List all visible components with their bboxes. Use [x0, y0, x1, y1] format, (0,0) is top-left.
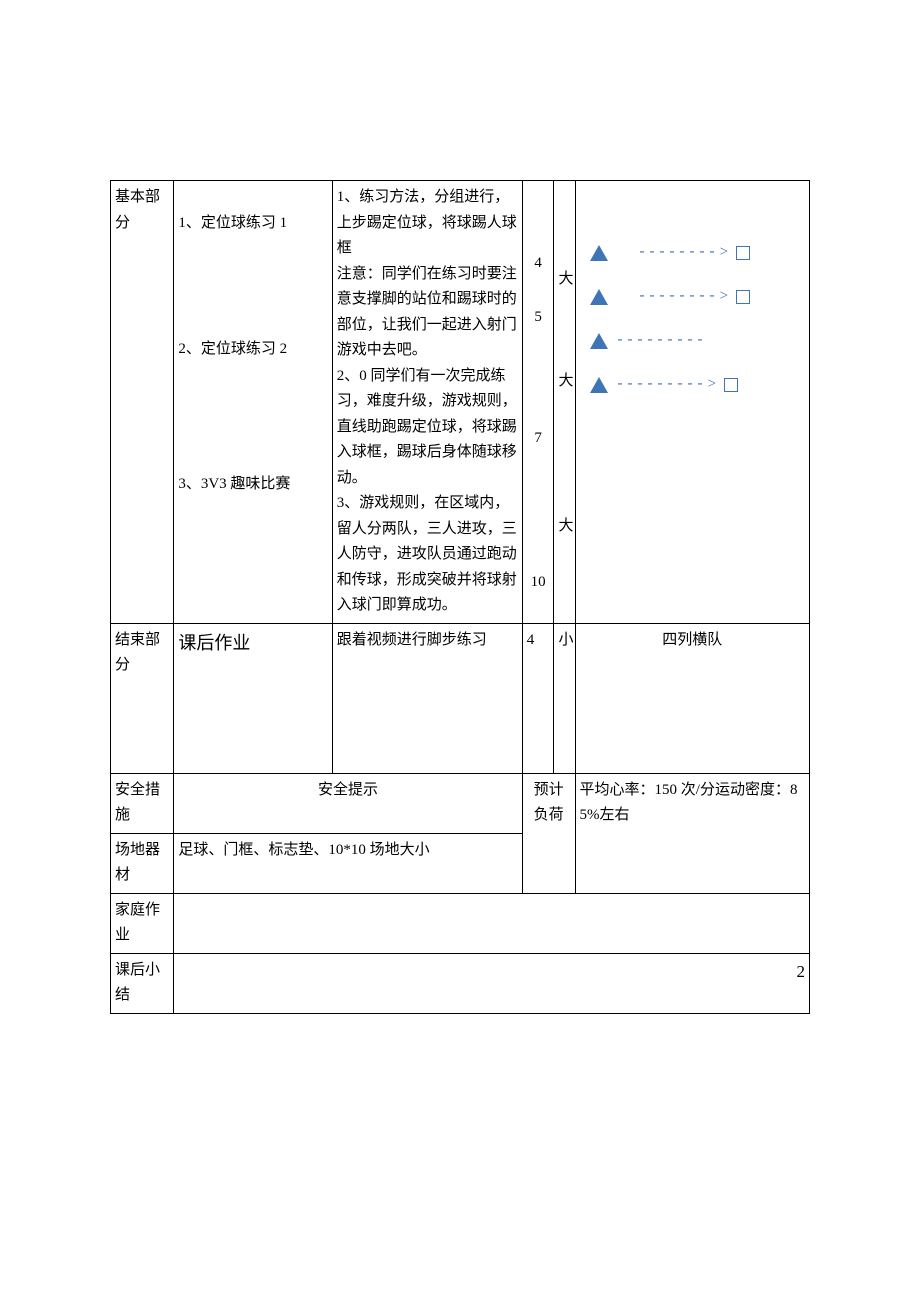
- section-label: 家庭作业: [111, 893, 174, 953]
- load-value: 平均心率：150 次/分运动密度：85%左右: [575, 773, 809, 893]
- count-value: 4: [522, 623, 554, 773]
- diagram-row: -------- >: [590, 275, 805, 319]
- equipment-cell: 足球、门框、标志垫、10*10 场地大小: [174, 833, 522, 893]
- intensity-value: 小: [554, 623, 575, 773]
- load-label: 预计负荷: [522, 773, 575, 893]
- count-cell: 4 5 7 10: [522, 181, 554, 624]
- arrowhead-icon: >: [720, 284, 728, 310]
- triangle-icon: [590, 333, 608, 349]
- activity-cell: 课后作业: [174, 623, 332, 773]
- count-value: 4: [527, 251, 550, 277]
- table-row: 安全措施 安全提示 预计负荷 平均心率：150 次/分运动密度：85%左右: [111, 773, 810, 833]
- method-text: 注意：同学们在练习时要注意支撑脚的站位和踢球时的部位，让我们一起进入射门游戏中去…: [337, 262, 518, 364]
- section-label: 结束部分: [111, 623, 174, 773]
- intensity-value: 大: [558, 267, 570, 293]
- method-cell: 跟着视频进行脚步练习: [332, 623, 522, 773]
- page-number: 2: [174, 953, 810, 1013]
- dash-arrow-icon: --------: [638, 240, 718, 266]
- method-cell: 1、练习方法，分组进行，上步踢定位球，将球踢人球框 注意：同学们在练习时要注意支…: [332, 181, 522, 624]
- safety-cell: 安全提示: [174, 773, 522, 833]
- diagram-row: ---------: [590, 319, 805, 363]
- table-row: 结束部分 课后作业 跟着视频进行脚步练习 4 小 四列横队: [111, 623, 810, 773]
- intensity-value: 大: [558, 369, 570, 395]
- section-label: 课后小结: [111, 953, 174, 1013]
- method-text: 3、游戏规则，在区域内，留人分两队，三人进攻，三人防守，进攻队员通过跑动和传球，…: [337, 491, 518, 619]
- section-label: 安全措施: [111, 773, 174, 833]
- section-label: 场地器材: [111, 833, 174, 893]
- method-text: 1、练习方法，分组进行，上步踢定位球，将球踢人球框: [337, 185, 518, 262]
- arrowhead-icon: >: [720, 240, 728, 266]
- activity-item: 2、定位球练习 2: [178, 337, 327, 363]
- triangle-icon: [590, 377, 608, 393]
- table-row: 课后小结 2: [111, 953, 810, 1013]
- intensity-cell: 大 大 大: [554, 181, 575, 624]
- diagram-row: --------- >: [590, 363, 805, 407]
- formation-cell: 四列横队: [575, 623, 809, 773]
- lesson-plan-table: 基本部分 1、定位球练习 1 2、定位球练习 2 3、3V3 趣味比赛 1、练习…: [110, 180, 810, 1014]
- intensity-value: 大: [558, 514, 570, 540]
- goal-icon: [736, 290, 750, 304]
- homework-cell: [174, 893, 810, 953]
- activities-cell: 1、定位球练习 1 2、定位球练习 2 3、3V3 趣味比赛: [174, 181, 332, 624]
- activity-item: 3、3V3 趣味比赛: [178, 472, 327, 498]
- activity-item: 1、定位球练习 1: [178, 211, 327, 237]
- method-text: 2、0 同学们有一次完成练习，难度升级，游戏规则，直线助跑踢定位球，将球踢入球框…: [337, 364, 518, 492]
- dash-arrow-icon: ---------: [616, 372, 706, 398]
- arrowhead-icon: >: [708, 372, 716, 398]
- count-value: 5: [527, 305, 550, 331]
- table-row: 基本部分 1、定位球练习 1 2、定位球练习 2 3、3V3 趣味比赛 1、练习…: [111, 181, 810, 624]
- triangle-icon: [590, 245, 608, 261]
- count-value: 7: [527, 426, 550, 452]
- diagram-row: -------- >: [590, 231, 805, 275]
- triangle-icon: [590, 289, 608, 305]
- goal-icon: [736, 246, 750, 260]
- count-value: 10: [527, 570, 550, 596]
- dash-arrow-icon: --------: [638, 284, 718, 310]
- section-label: 基本部分: [111, 181, 174, 624]
- table-row: 家庭作业: [111, 893, 810, 953]
- dash-line-icon: ---------: [616, 328, 706, 354]
- goal-icon: [724, 378, 738, 392]
- diagram-cell: -------- > -------- > ---------: [575, 181, 809, 624]
